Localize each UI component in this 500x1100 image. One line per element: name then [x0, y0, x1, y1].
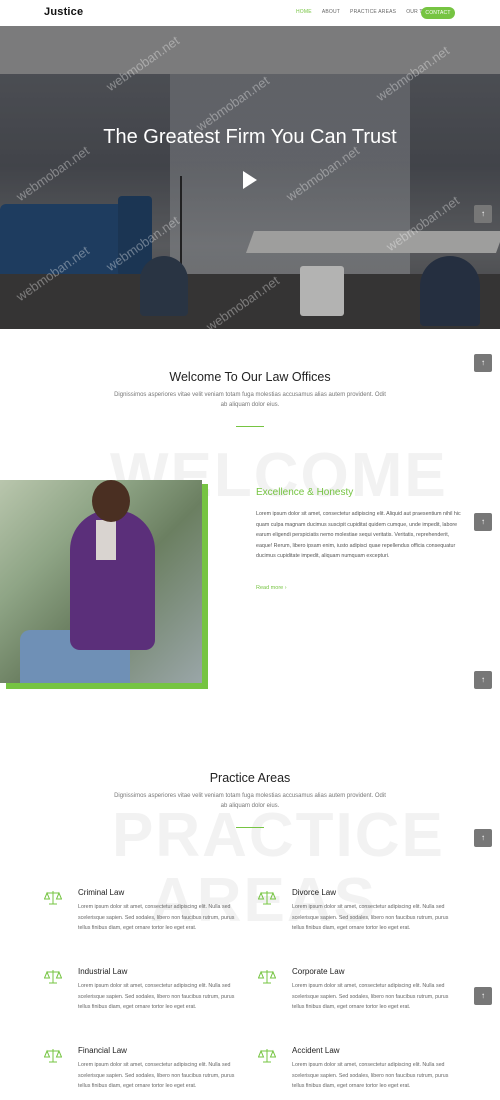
- scroll-top-button[interactable]: ↑: [474, 829, 492, 847]
- hero-title: The Greatest Firm You Can Trust: [103, 126, 397, 148]
- scroll-top-button[interactable]: ↑: [474, 513, 492, 531]
- practice-card-title: Financial Law: [78, 1046, 127, 1055]
- photo-shirt: [96, 520, 116, 560]
- practice-card-text: Lorem ipsum dolor sit amet, consectetur …: [78, 983, 235, 1011]
- practice-card-text: Lorem ipsum dolor sit amet, consectetur …: [78, 904, 235, 932]
- welcome-subtitle: Dignissimos asperiores vitae velit venia…: [114, 392, 386, 408]
- practice-title: Practice Areas: [209, 771, 291, 785]
- scales-icon: [258, 891, 276, 905]
- photo-head: [92, 480, 130, 522]
- practice-card-text: Lorem ipsum dolor sit amet, consectetur …: [78, 1062, 235, 1090]
- practice-divider: [236, 827, 264, 828]
- practice-card-title: Criminal Law: [78, 888, 125, 897]
- about-photo: [0, 480, 202, 683]
- welcome-title: Welcome To Our Law Offices: [169, 370, 331, 384]
- site-header: Justice HOME ABOUT PRACTICE AREAS OUR TE…: [0, 0, 500, 26]
- scales-icon: [258, 970, 276, 984]
- nav-practice-areas[interactable]: PRACTICE AREAS: [350, 9, 396, 15]
- scales-icon: [258, 1049, 276, 1063]
- scales-icon: [44, 1049, 62, 1063]
- play-icon[interactable]: [243, 171, 257, 189]
- read-more-link[interactable]: Read more ›: [256, 585, 287, 591]
- scales-icon: [44, 970, 62, 984]
- logo-bold-part: Jus: [44, 6, 64, 18]
- nav-home[interactable]: HOME: [296, 9, 312, 15]
- practice-card-title: Accident Law: [292, 1046, 340, 1055]
- logo[interactable]: Justice: [44, 6, 83, 18]
- practice-card-title: Industrial Law: [78, 967, 128, 976]
- practice-card-text: Lorem ipsum dolor sit amet, consectetur …: [292, 983, 449, 1011]
- practice-card-text: Lorem ipsum dolor sit amet, consectetur …: [292, 1062, 449, 1090]
- about-text: Lorem ipsum dolor sit amet, consectetur …: [256, 511, 461, 560]
- practice-card-title: Corporate Law: [292, 967, 345, 976]
- practice-card-title: Divorce Law: [292, 888, 337, 897]
- hero-section: webmoban.net webmoban.net webmoban.net w…: [0, 26, 500, 329]
- practice-card-text: Lorem ipsum dolor sit amet, consectetur …: [292, 904, 449, 932]
- logo-rest-part: tice: [63, 6, 84, 18]
- welcome-divider: [236, 426, 264, 427]
- scroll-top-button[interactable]: ↑: [474, 987, 492, 1005]
- scroll-top-button[interactable]: ↑: [474, 205, 492, 223]
- scales-icon: [44, 891, 62, 905]
- contact-button[interactable]: CONTACT: [421, 7, 455, 19]
- scroll-top-button[interactable]: ↑: [474, 671, 492, 689]
- about-heading: Excellence & Honesty: [256, 487, 354, 498]
- practice-subtitle: Dignissimos asperiores vitae velit venia…: [114, 793, 386, 809]
- nav-about[interactable]: ABOUT: [322, 9, 340, 15]
